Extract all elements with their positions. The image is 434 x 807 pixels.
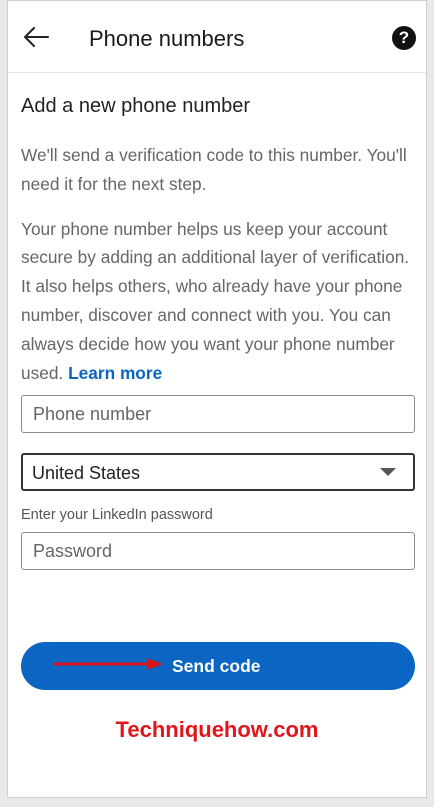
password-label: Enter your LinkedIn password [21,507,213,524]
info-paragraph: Your phone number helps us keep your acc… [21,215,415,388]
section-title: Add a new phone number [21,95,251,117]
learn-more-link[interactable]: Learn more [68,363,162,383]
app-window: Phone numbers ? Add a new phone number W… [7,0,427,798]
page-title: Phone numbers [89,26,245,51]
country-select[interactable]: United States [21,453,415,492]
annotation-arrow-icon [53,658,163,670]
info-text: Your phone number helps us keep your acc… [21,218,410,383]
intro-text: We'll send a verification code to this n… [21,145,407,194]
add-phone-form: Add a new phone number We'll send a veri… [21,73,415,571]
send-code-label: Send code [172,656,261,676]
back-arrow-icon[interactable] [22,25,50,49]
chevron-down-icon [380,468,396,477]
country-selected-value: United States [32,463,141,484]
watermark-text: Techniquehow.com [115,717,319,742]
phone-number-input[interactable] [21,395,415,434]
password-input[interactable] [21,532,415,571]
top-app-bar: Phone numbers ? [8,1,426,73]
help-icon[interactable]: ? [392,26,416,50]
send-code-button[interactable]: Send code [21,642,415,690]
